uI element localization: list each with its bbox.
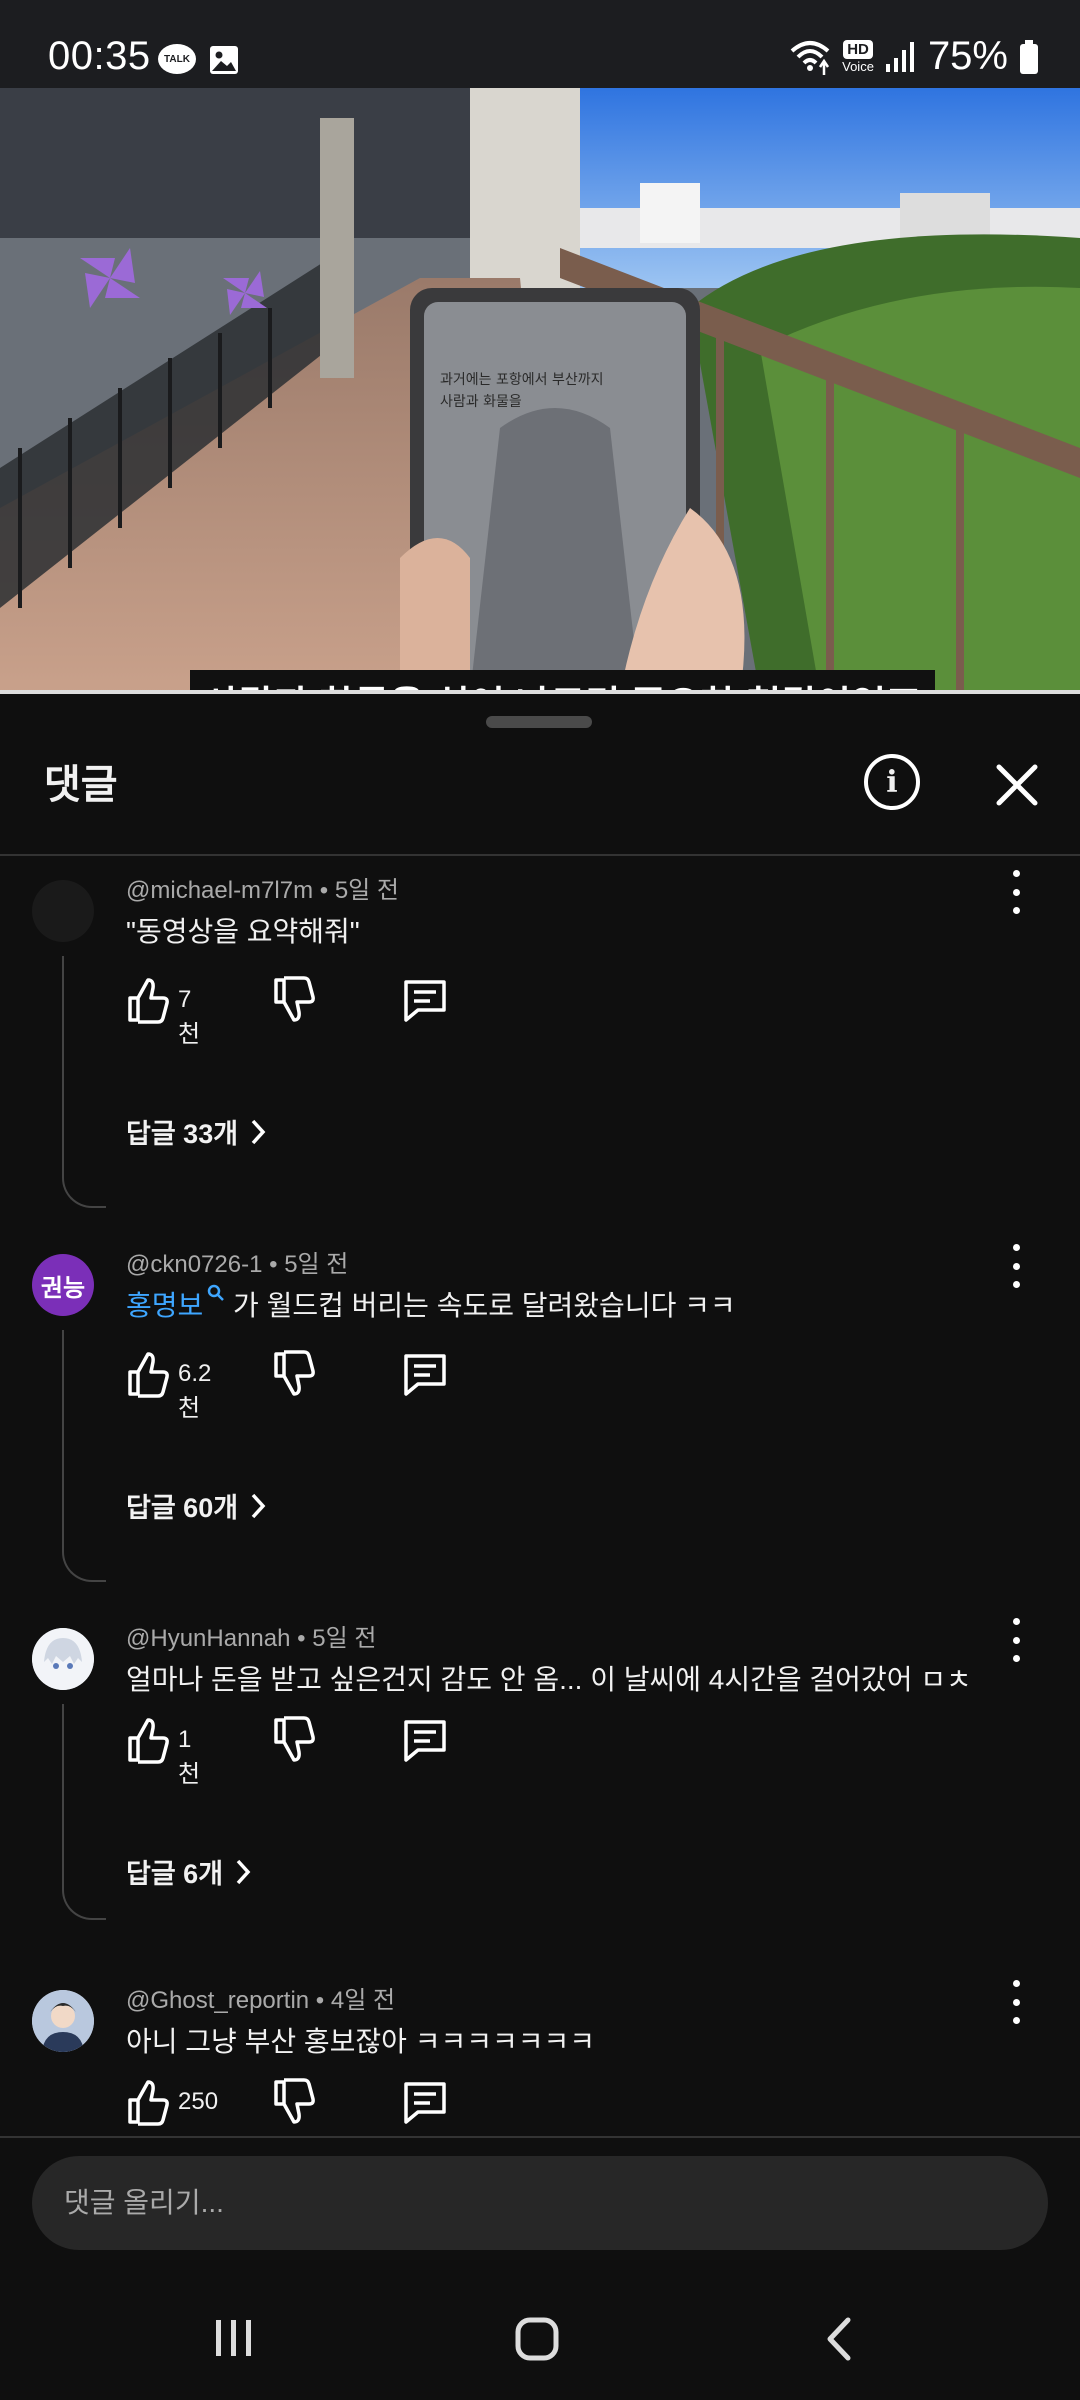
avatar[interactable] xyxy=(32,880,94,942)
video-frame: 과거에는 포항에서 부산까지 사람과 화물을 xyxy=(0,88,1080,694)
reply-icon[interactable] xyxy=(402,2078,448,2126)
info-icon[interactable]: i xyxy=(864,754,920,810)
like-count: 6.2천 xyxy=(178,1360,212,1422)
signal-icon xyxy=(885,41,914,72)
avatar[interactable] xyxy=(32,1628,94,1690)
comment-body: 가 월드컵 버리는 속도로 달려왔습니다 ㅋㅋ xyxy=(225,1290,736,1321)
hd-label: HD xyxy=(843,39,873,59)
reply-icon[interactable] xyxy=(402,1716,448,1764)
like-icon[interactable] xyxy=(126,2078,170,2126)
recents-icon[interactable] xyxy=(212,2316,256,2360)
avatar-photo xyxy=(32,1990,94,2052)
talk-icon: TALK xyxy=(158,44,196,74)
dislike-icon[interactable] xyxy=(272,976,316,1024)
avatar-illustration xyxy=(32,1628,94,1690)
battery-percent: 75% xyxy=(927,34,1008,78)
comment-meta: @ckn0726-1 • 5일 전 xyxy=(126,1251,349,1278)
chevron-right-icon xyxy=(251,1119,266,1144)
replies-count: 답글 6개 xyxy=(126,1859,224,1889)
more-icon[interactable] xyxy=(1000,1980,1032,2024)
navigation-bar xyxy=(0,2270,1080,2400)
replies-toggle[interactable]: 답글 60개 xyxy=(126,1486,268,1525)
comment-meta: @HyunHannah • 5일 전 xyxy=(126,1625,377,1652)
dislike-icon[interactable] xyxy=(272,2078,316,2126)
drag-handle[interactable] xyxy=(486,716,592,728)
thread-line xyxy=(62,956,106,1208)
chevron-right-icon xyxy=(251,1493,266,1518)
comment-author[interactable]: @HyunHannah xyxy=(126,1625,290,1652)
replies-toggle[interactable]: 답글 6개 xyxy=(126,1852,253,1891)
svg-text:과거에는 포항에서 부산까지: 과거에는 포항에서 부산까지 xyxy=(440,372,603,388)
sheet-title: 댓글 xyxy=(44,763,118,807)
clock: 00:35 xyxy=(48,34,151,78)
voice-label: Voice xyxy=(842,58,874,74)
reply-icon[interactable] xyxy=(402,1350,448,1398)
like-icon[interactable] xyxy=(126,1350,170,1398)
comment-text: 아니 그냥 부산 홍보잖아 ㅋㅋㅋㅋㅋㅋㅋ xyxy=(126,2026,596,2057)
comment-time: 4일 전 xyxy=(330,1987,396,2014)
dislike-icon[interactable] xyxy=(272,1716,316,1764)
input-divider xyxy=(0,2136,1080,2138)
comment-author[interactable]: @Ghost_reportin xyxy=(126,1987,309,2014)
search-link[interactable]: 홍명보 xyxy=(126,1290,203,1321)
back-icon[interactable] xyxy=(820,2314,860,2364)
comment-time: 5일 전 xyxy=(334,877,400,904)
like-count: 1천 xyxy=(178,1726,201,1788)
more-icon[interactable] xyxy=(1000,870,1032,914)
comment-input[interactable]: 댓글 올리기... xyxy=(32,2156,1048,2250)
comment-text: 얼마나 돈을 받고 싶은건지 감도 안 옴... 이 날씨에 4시간을 걸어갔어… xyxy=(126,1664,972,1695)
more-icon[interactable] xyxy=(1000,1244,1032,1288)
gallery-icon xyxy=(210,46,238,74)
comment-text: 홍명보 가 월드컵 버리는 속도로 달려왔습니다 ㅋㅋ xyxy=(126,1284,736,1324)
like-icon[interactable] xyxy=(126,976,170,1024)
replies-toggle[interactable]: 답글 33개 xyxy=(126,1112,268,1151)
hd-voice-badge: HD Voice xyxy=(842,39,874,74)
status-bar: 00:35 TALK HD Voice 75% xyxy=(0,0,1080,88)
thread-line xyxy=(62,1704,106,1920)
comment-meta: @michael-m7l7m • 5일 전 xyxy=(126,877,400,904)
close-icon[interactable] xyxy=(990,758,1044,812)
more-icon[interactable] xyxy=(1000,1618,1032,1662)
like-icon[interactable] xyxy=(126,1716,170,1764)
comment-author[interactable]: @michael-m7l7m xyxy=(126,877,313,904)
wifi-icon xyxy=(790,40,830,75)
comment-text: "동영상을 요약해줘" xyxy=(126,916,360,947)
svg-text:사람과 화물을: 사람과 화물을 xyxy=(440,394,522,410)
chevron-right-icon xyxy=(236,1859,251,1884)
thread-line xyxy=(62,1330,106,1582)
avatar[interactable] xyxy=(32,1990,94,2052)
battery-icon xyxy=(1020,39,1038,74)
comment-author[interactable]: @ckn0726-1 xyxy=(126,1251,262,1278)
replies-count: 답글 60개 xyxy=(126,1493,239,1523)
video-player[interactable]: 과거에는 포항에서 부산까지 사람과 화물을 사람과 화물을 실어 나르던 중요… xyxy=(0,88,1080,694)
search-icon xyxy=(208,1284,225,1301)
reply-icon[interactable] xyxy=(402,976,448,1024)
like-count: 7천 xyxy=(178,986,201,1048)
dislike-icon[interactable] xyxy=(272,1350,316,1398)
replies-count: 답글 33개 xyxy=(126,1119,239,1149)
like-count: 250 xyxy=(178,2088,219,2115)
comments-sheet: 댓글 i @michael-m7l7m • 5일 전 "동영상을 요약해줘" 7… xyxy=(0,694,1080,2400)
comment-time: 5일 전 xyxy=(312,1625,377,1652)
comment-time: 5일 전 xyxy=(284,1251,349,1278)
avatar[interactable]: 권능 xyxy=(32,1254,94,1316)
comment-meta: @Ghost_reportin • 4일 전 xyxy=(126,1987,396,2014)
header-divider xyxy=(0,854,1080,856)
home-icon[interactable] xyxy=(514,2316,560,2362)
